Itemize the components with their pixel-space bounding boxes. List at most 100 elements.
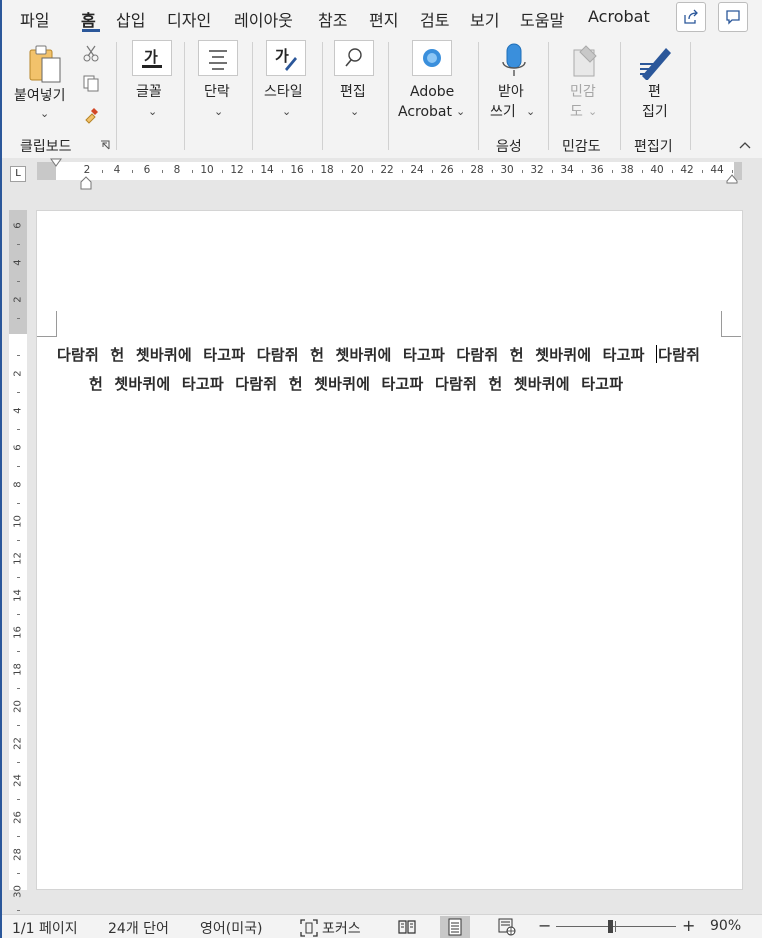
- sensitivity-button: 민감 도 ⌄: [556, 40, 612, 124]
- tab-acrobat[interactable]: Acrobat: [588, 7, 650, 26]
- vruler-tick: [17, 873, 20, 874]
- acrobat-line1: Adobe: [410, 84, 455, 100]
- dictate-button[interactable]: 받아 쓰기 ⌄: [486, 40, 542, 124]
- editor-pen-icon: [640, 48, 671, 80]
- editor-button[interactable]: 편 집기: [628, 40, 684, 124]
- ruler-number: 12: [230, 164, 244, 176]
- vruler-tick: [17, 318, 20, 319]
- separator: [184, 42, 185, 150]
- hanging-indent-marker[interactable]: [80, 176, 92, 190]
- vruler-number: 12: [12, 552, 24, 565]
- search-icon: [334, 40, 374, 76]
- ruler-number: 40: [650, 164, 664, 176]
- collapse-ribbon-icon[interactable]: [738, 140, 752, 150]
- ruler-tick: [492, 170, 493, 173]
- vruler-number: 30: [12, 885, 24, 898]
- ruler-number: 28: [470, 164, 484, 176]
- vruler-number: 20: [12, 700, 24, 713]
- ruler-tick: [612, 170, 613, 173]
- ruler-tick: [732, 170, 733, 173]
- vruler-tick: [17, 688, 20, 689]
- ruler-tick: [372, 170, 373, 173]
- right-indent-marker[interactable]: [726, 174, 738, 184]
- vruler-number: 6: [12, 444, 24, 451]
- zoom-slider-thumb[interactable]: [608, 920, 613, 933]
- ruler-tick: [192, 170, 193, 173]
- vruler-tick: [17, 577, 20, 578]
- share-button[interactable]: [676, 2, 706, 32]
- tab-file[interactable]: 파일: [20, 7, 49, 31]
- zoom-level[interactable]: 90%: [710, 918, 741, 934]
- acrobat-icon: [412, 40, 452, 76]
- language-indicator[interactable]: 영어(미국): [200, 918, 262, 938]
- tab-review[interactable]: 검토: [420, 7, 449, 31]
- tab-home[interactable]: 홈: [81, 7, 96, 31]
- editing-button[interactable]: 편집 ⌄: [330, 40, 382, 120]
- vruler-tick: [17, 725, 20, 726]
- document-page[interactable]: 다람쥐 헌 쳇바퀴에 타고파 다람쥐 헌 쳇바퀴에 타고파 다람쥐 헌 쳇바퀴에…: [36, 210, 743, 890]
- vruler-number: 6: [12, 222, 24, 229]
- ruler-number: 38: [620, 164, 634, 176]
- zoom-in-button[interactable]: +: [682, 916, 695, 935]
- comments-button[interactable]: [718, 2, 748, 32]
- font-button[interactable]: 가 글꼴 ⌄: [126, 40, 178, 120]
- vruler-tick: [17, 614, 20, 615]
- tab-mailings[interactable]: 편지: [369, 7, 398, 31]
- word-count[interactable]: 24개 단어: [108, 918, 169, 938]
- adobe-acrobat-button[interactable]: Adobe Acrobat ⌄: [394, 40, 470, 124]
- vruler-tick: [17, 762, 20, 763]
- page-icon: [448, 918, 462, 936]
- cut-icon[interactable]: [82, 44, 100, 62]
- tab-view[interactable]: 보기: [470, 7, 499, 31]
- vruler-number: 8: [12, 481, 24, 488]
- status-bar: 1/1 페이지 24개 단어 영어(미국) 포커스 − + 90%: [2, 914, 762, 938]
- format-painter-icon[interactable]: [82, 104, 102, 124]
- copy-icon[interactable]: [82, 74, 100, 92]
- paste-label: 붙여넣기: [14, 88, 66, 104]
- page-count[interactable]: 1/1 페이지: [12, 918, 78, 938]
- ruler-tick: [702, 170, 703, 173]
- vertical-ruler[interactable]: 6 4 2 2 4 6 8 10 12 14 16 18 20 22 24 26 28 30: [9, 210, 27, 911]
- vruler-number: 10: [12, 515, 24, 528]
- ruler-tick: [462, 170, 463, 173]
- crop-mark: [721, 311, 741, 337]
- print-layout-button[interactable]: [440, 916, 470, 938]
- chevron-down-icon: ⌄: [588, 105, 598, 118]
- tab-insert[interactable]: 삽입: [116, 7, 145, 31]
- read-mode-button[interactable]: [392, 916, 422, 938]
- paragraph-button[interactable]: 단락 ⌄: [194, 40, 246, 120]
- ruler-tick: [102, 170, 103, 173]
- horizontal-ruler[interactable]: 2 4 6 8 10 12 14 16 18 20 22 24 26 28 30 32 34 36 38 40 42 44: [37, 162, 742, 180]
- ruler-tick: [642, 170, 643, 173]
- editor-line2: 집기: [642, 104, 668, 120]
- tab-help[interactable]: 도움말: [520, 7, 564, 31]
- text-cursor: [656, 345, 658, 363]
- styles-button[interactable]: 가 스타일 ⌄: [260, 40, 316, 120]
- document-body[interactable]: 다람쥐 헌 쳇바퀴에 타고파 다람쥐 헌 쳇바퀴에 타고파 다람쥐 헌 쳇바퀴에…: [57, 341, 737, 399]
- ruler-tick: [342, 170, 343, 173]
- font-icon: 가: [132, 40, 172, 76]
- tab-selector[interactable]: L: [10, 166, 26, 182]
- focus-button[interactable]: 포커스: [300, 916, 372, 938]
- dialog-launcher-icon[interactable]: [100, 140, 110, 150]
- tab-design[interactable]: 디자인: [167, 7, 211, 31]
- ruler-number: 24: [410, 164, 424, 176]
- tab-references[interactable]: 참조: [318, 7, 347, 31]
- paste-button[interactable]: 붙여넣기 ⌄: [12, 42, 76, 122]
- vruler-number: 16: [12, 626, 24, 639]
- ruler-tick: [222, 170, 223, 173]
- focus-label: 포커스: [322, 921, 361, 937]
- vruler-number: 4: [12, 407, 24, 414]
- first-line-indent-marker[interactable]: [50, 158, 62, 168]
- vruler-tick: [17, 244, 20, 245]
- web-layout-button[interactable]: [492, 916, 522, 938]
- paste-chevron-icon: ⌄: [40, 107, 50, 120]
- tab-layout[interactable]: 레이아웃: [234, 7, 293, 31]
- zoom-slider[interactable]: [556, 920, 676, 933]
- zoom-out-button[interactable]: −: [538, 916, 551, 935]
- ruler-number: 26: [440, 164, 454, 176]
- ruler-number: 14: [260, 164, 274, 176]
- vruler-tick: [17, 910, 20, 911]
- ruler-number: 36: [590, 164, 604, 176]
- ruler-number: 32: [530, 164, 544, 176]
